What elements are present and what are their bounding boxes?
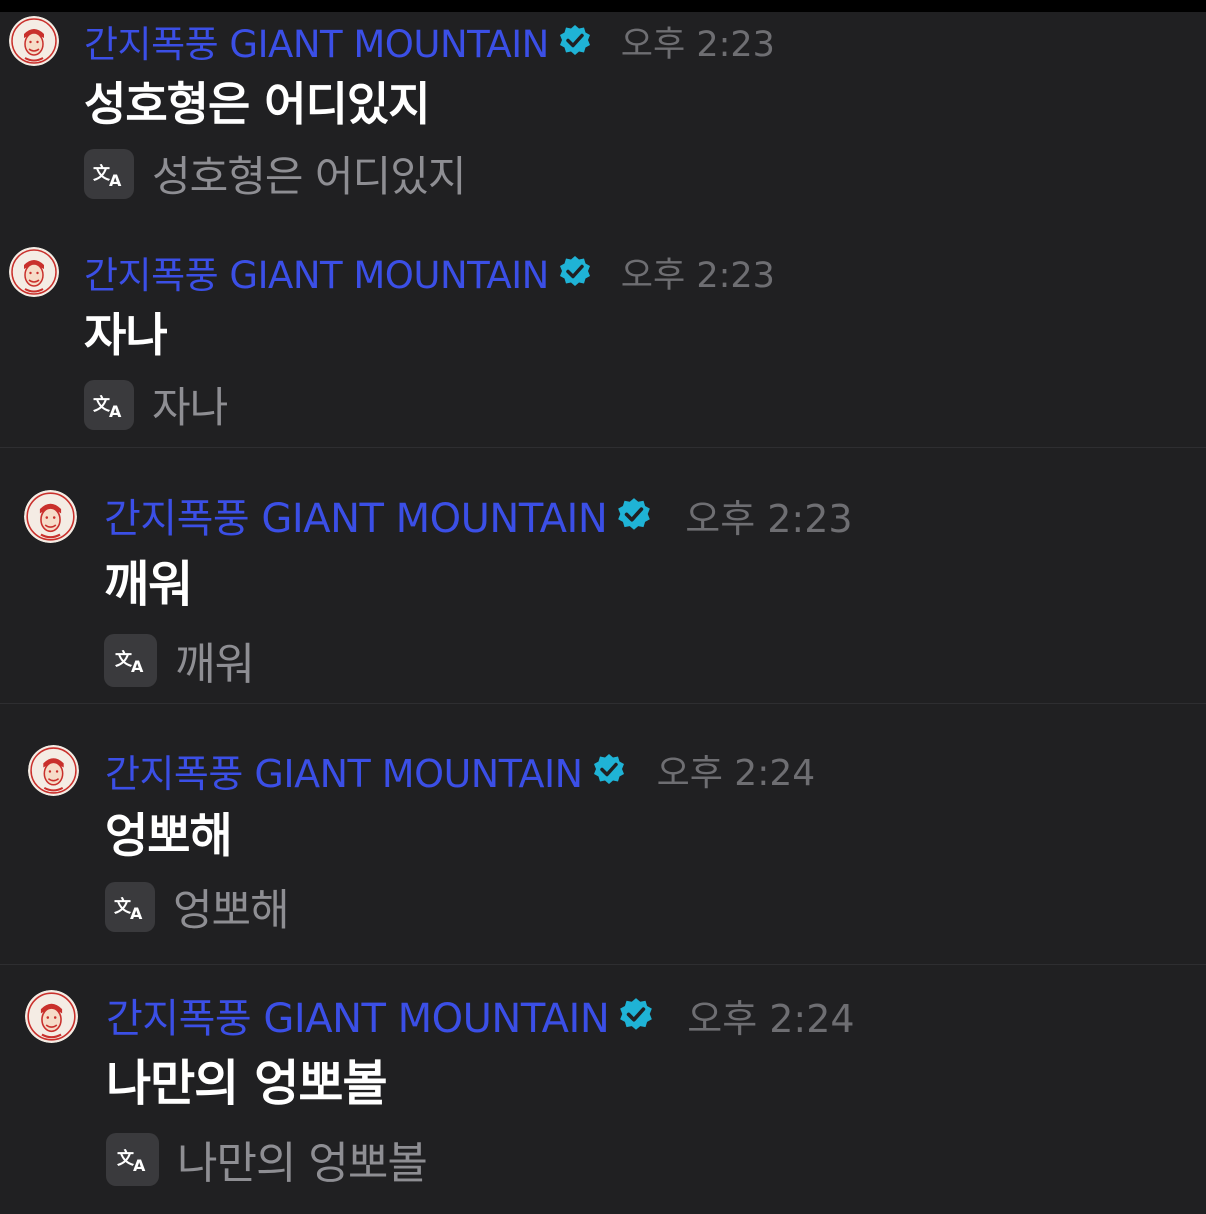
translation-row: 文A 엉뽀해 (105, 876, 290, 938)
svg-text:A: A (109, 171, 122, 189)
username-link[interactable]: 간지폭풍 GIANT MOUNTAIN (84, 14, 549, 68)
section-divider (0, 703, 1206, 704)
username-link[interactable]: 간지폭풍 GIANT MOUNTAIN (105, 743, 583, 798)
avatar-face-icon[interactable] (24, 490, 77, 543)
username-link[interactable]: 간지폭풍 GIANT MOUNTAIN (104, 486, 608, 544)
message-header: 간지폭풍 GIANT MOUNTAIN 오후 2:23 (84, 18, 775, 66)
message-header: 간지폭풍 GIANT MOUNTAIN 오후 2:23 (104, 492, 853, 542)
message-text: 엉뽀해 (105, 809, 233, 864)
message-timestamp: 오후 2:23 (685, 496, 853, 541)
message-text: 나만의 엉뽀볼 (106, 1055, 388, 1112)
svg-text:A: A (109, 402, 122, 420)
top-status-bar (0, 0, 1206, 12)
svg-text:A: A (131, 657, 144, 675)
translation-row: 文A 나만의 엉뽀볼 (106, 1127, 428, 1191)
avatar-face-icon[interactable] (9, 16, 59, 66)
message-timestamp: 오후 2:23 (620, 255, 775, 296)
message-header: 간지폭풍 GIANT MOUNTAIN 오후 2:24 (106, 992, 855, 1042)
translate-icon[interactable]: 文A (104, 633, 157, 687)
verified-check-icon (615, 496, 653, 534)
translation-row: 文A 깨워 (104, 628, 255, 692)
message-text: 성호형은 어디있지 (84, 77, 431, 131)
message-timestamp: 오후 2:24 (687, 996, 855, 1041)
translated-text: 자나 (152, 383, 228, 432)
translate-icon[interactable]: 文A (84, 148, 134, 199)
svg-text:A: A (130, 904, 143, 922)
translation-row: 文A 성호형은 어디있지 (84, 143, 466, 204)
message-timestamp: 오후 2:23 (620, 24, 775, 65)
translated-text: 깨워 (175, 639, 255, 690)
message-text: 자나 (84, 308, 168, 362)
translated-text: 성호형은 어디있지 (152, 152, 466, 201)
translation-row: 文A 자나 (84, 374, 228, 435)
avatar-face-icon[interactable] (9, 247, 59, 297)
verified-check-icon (617, 996, 655, 1034)
translated-text: 나만의 엉뽀볼 (177, 1138, 428, 1189)
translate-icon[interactable]: 文A (106, 1132, 159, 1186)
verified-check-icon (591, 752, 627, 788)
message-header: 간지폭풍 GIANT MOUNTAIN 오후 2:23 (84, 249, 775, 297)
avatar-face-icon[interactable] (25, 990, 78, 1043)
section-divider (0, 447, 1206, 448)
username-link[interactable]: 간지폭풍 GIANT MOUNTAIN (84, 245, 549, 299)
verified-check-icon (557, 23, 593, 59)
section-divider (0, 964, 1206, 965)
message-header: 간지폭풍 GIANT MOUNTAIN 오후 2:24 (105, 747, 816, 796)
verified-check-icon (557, 254, 593, 290)
message-text: 깨워 (104, 556, 193, 613)
translate-icon[interactable]: 文A (84, 379, 134, 430)
svg-text:A: A (133, 1156, 146, 1174)
avatar-face-icon[interactable] (28, 745, 79, 796)
message-timestamp: 오후 2:24 (656, 753, 816, 794)
translate-icon[interactable]: 文A (105, 882, 155, 932)
username-link[interactable]: 간지폭풍 GIANT MOUNTAIN (106, 986, 610, 1044)
translated-text: 엉뽀해 (173, 886, 290, 936)
